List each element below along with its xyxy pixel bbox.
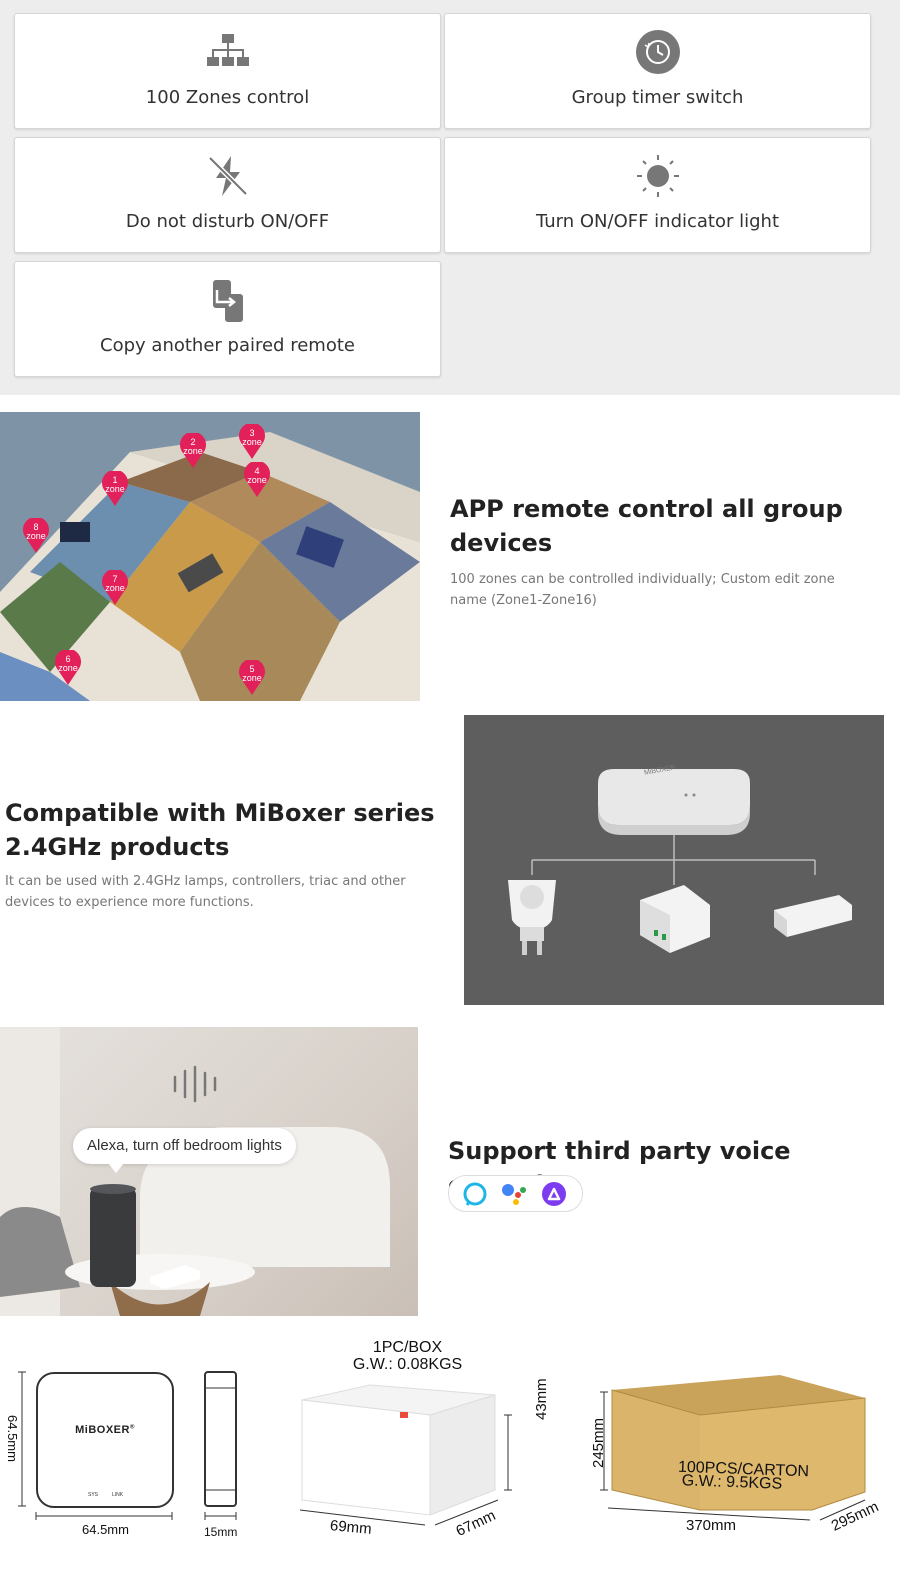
box-length-label: 69mm [329,1517,373,1538]
compat-section-description: It can be used with 2.4GHz lamps, contro… [5,874,406,910]
zone-pin-5: 5 zone [238,658,266,696]
zone-word: zone [242,673,262,683]
feature-card-zones: 100 Zones control [14,13,441,129]
app-section-title: APP remote control all group devices [450,495,843,557]
device-height-label: 64.5mm [5,1415,20,1462]
zone-word: zone [183,446,203,456]
speech-bubble-tail [108,1163,124,1173]
compat-devices-image: MiBOXER [464,715,884,1005]
zone-pin-4: 4 zone [243,460,271,498]
voice-control-image: Alexa, turn off bedroom lights [0,1027,418,1316]
zone-word: zone [105,583,125,593]
feature-label: Turn ON/OFF indicator light [535,211,780,232]
device-width-label: 64.5mm [82,1522,129,1537]
speech-bubble: Alexa, turn off bedroom lights [73,1128,296,1164]
sun-icon [636,155,679,197]
alexa-icon [463,1182,487,1206]
zone-pin-6: 6 zone [54,648,82,686]
zone-word: zone [242,437,262,447]
app-section-description: 100 zones can be controlled individually… [450,572,835,608]
zone-pin-1: 1 zone [101,469,129,507]
zone-pin-8: 8 zone [22,516,50,554]
living-room-illustration [0,1027,390,1316]
carton-length-label: 370mm [686,1517,737,1534]
compat-section-title: Compatible with MiBoxer series 2.4GHz pr… [5,799,435,861]
copy-arrow-icon [212,280,243,322]
device-depth-label: 15mm [204,1525,238,1539]
feature-card-copy: Copy another paired remote [14,261,441,377]
feature-card-dnd: Do not disturb ON/OFF [14,137,441,253]
feature-card-timer: Group timer switch [444,13,871,129]
voice-assistants-pill [448,1175,583,1212]
feature-card-indicator: Turn ON/OFF indicator light [444,137,871,253]
zone-pin-7: 7 zone [101,568,129,606]
zone-word: zone [26,531,46,541]
lightning-off-icon [207,156,248,196]
zone-pin-2: 2 zone [179,431,207,469]
google-assistant-icon [502,1184,526,1205]
feature-label: 100 Zones control [145,87,310,108]
zone-word: zone [247,475,267,485]
feature-label: Copy another paired remote [100,335,355,356]
feature-label: Do not disturb ON/OFF [125,211,330,232]
zone-word: zone [58,663,78,673]
feature-label: Group timer switch [571,87,744,108]
zone-pin-3: 3 zone [238,422,266,460]
zone-word: zone [105,484,125,494]
box-weight: G.W.: 0.08KGS [352,1356,463,1373]
box-title: 1PC/BOX [372,1339,443,1356]
alice-icon [542,1182,566,1206]
box-height-label: 43mm [533,1378,550,1420]
network-tree-icon [206,34,249,66]
carton-height-label: 245mm [590,1417,607,1468]
device-tree-illustration [508,769,852,955]
features-section: 100 Zones control Group timer switch Do … [0,0,900,395]
clock-circle-icon [635,30,680,74]
